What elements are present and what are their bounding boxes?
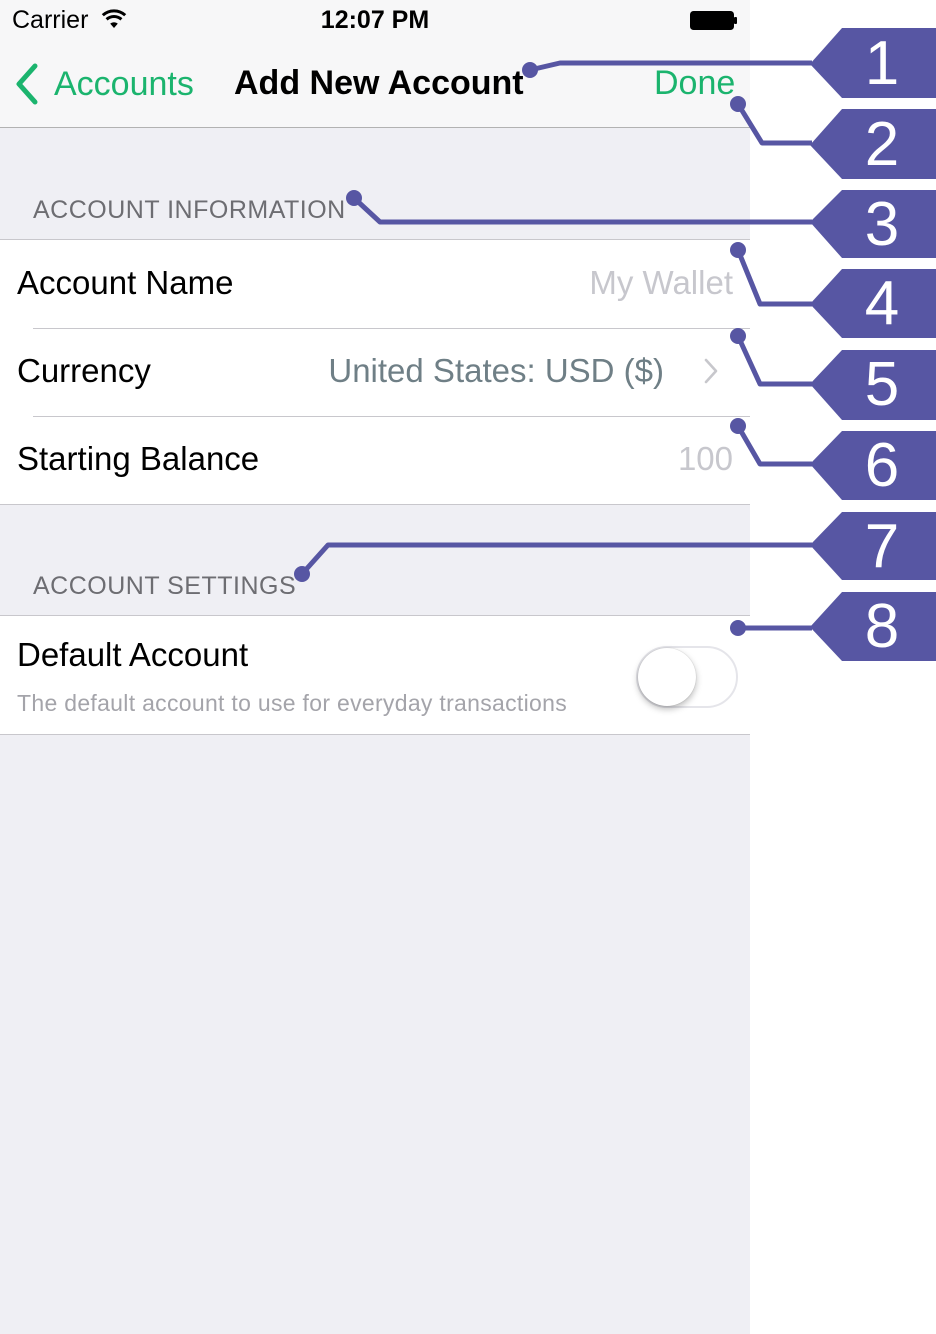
starting-balance-field[interactable]: 100	[678, 440, 733, 478]
navigation-bar: Carrier 12:07 PM Accounts Add New Accoun…	[0, 0, 750, 128]
account-information-group: Account Name My Wallet Currency United S…	[0, 239, 750, 505]
back-button-label: Accounts	[54, 64, 194, 103]
account-name-label: Account Name	[17, 264, 234, 301]
default-account-label: Default Account	[17, 636, 249, 673]
chevron-left-icon	[16, 63, 38, 105]
callout-number-8: 8	[864, 592, 900, 661]
account-name-field[interactable]: My Wallet	[589, 264, 733, 302]
battery-icon	[690, 11, 737, 30]
toggle-knob	[638, 648, 696, 706]
currency-row[interactable]: Currency United States: USD ($)	[0, 328, 750, 416]
default-account-hint: The default account to use for everyday …	[17, 690, 568, 716]
account-name-row[interactable]: Account Name My Wallet	[0, 240, 750, 328]
callout-number-2: 2	[864, 110, 900, 179]
done-button[interactable]: Done	[654, 64, 735, 103]
page-title: Add New Account	[234, 64, 524, 102]
currency-value: United States: USD ($)	[328, 352, 664, 389]
starting-balance-label: Starting Balance	[17, 440, 260, 477]
account-settings-group: Default Account The default account to u…	[0, 615, 750, 735]
default-account-toggle[interactable]	[636, 646, 738, 708]
callout-number-5: 5	[864, 350, 900, 419]
callout-number-4: 4	[864, 269, 900, 338]
status-time: 12:07 PM	[320, 6, 430, 34]
callout-number-6: 6	[864, 431, 900, 500]
callout-number-1: 1	[864, 29, 900, 98]
phone-screen: Carrier 12:07 PM Accounts Add New Accoun…	[0, 0, 750, 1334]
back-button[interactable]: Accounts	[14, 58, 194, 110]
default-account-row: Default Account The default account to u…	[0, 616, 750, 734]
section-header-account-information: ACCOUNT INFORMATION	[33, 196, 346, 224]
section-header-account-settings: ACCOUNT SETTINGS	[33, 572, 297, 600]
status-bar: Carrier 12:07 PM	[0, 0, 750, 40]
currency-label: Currency	[17, 352, 151, 389]
chevron-right-icon	[704, 358, 718, 384]
callout-number-7: 7	[864, 512, 900, 581]
callout-number-3: 3	[864, 190, 900, 259]
starting-balance-row[interactable]: Starting Balance 100	[0, 416, 750, 504]
